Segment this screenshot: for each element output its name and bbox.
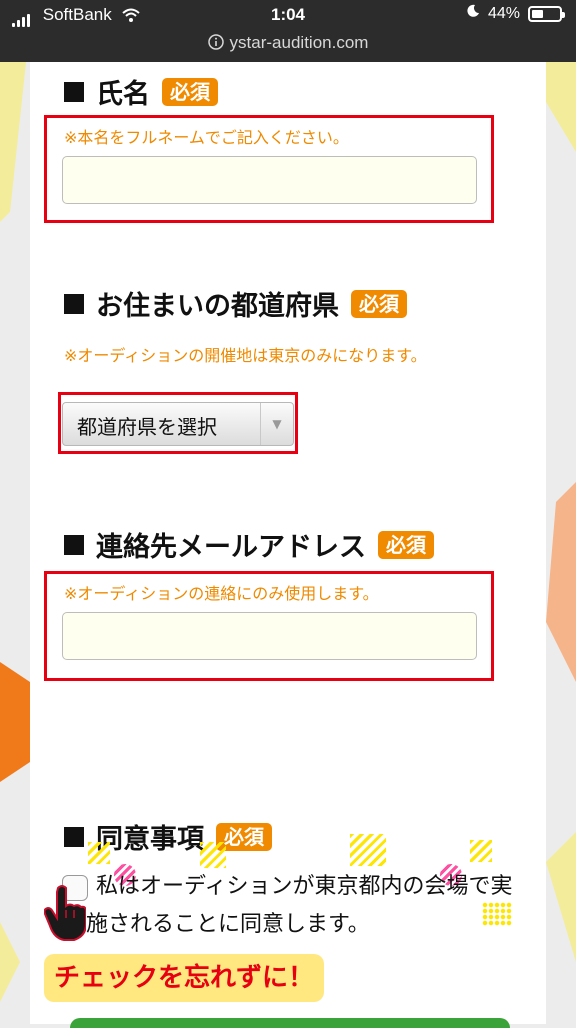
- battery-percent: 44%: [487, 4, 520, 22]
- prefecture-label: お住まいの都道府県: [96, 291, 339, 322]
- consent-text: 私はオーディションが東京都内の会場で実施されることに同意します。: [86, 874, 513, 937]
- prefecture-section-title: お住まいの都道府県 必須: [64, 284, 407, 323]
- name-label: 氏名: [96, 79, 150, 110]
- required-badge: 必須: [351, 289, 407, 318]
- address-bar[interactable]: ystar-audition.com: [0, 30, 576, 62]
- square-bullet-icon: [64, 534, 84, 555]
- moon-icon: [466, 4, 480, 23]
- required-badge: 必須: [378, 530, 434, 559]
- email-label: 連絡先メールアドレス: [96, 532, 366, 563]
- form-page: 氏名 必須 ※本名をフルネームでご記入ください。 お住まいの都道府県 必須 ※オ…: [30, 62, 546, 1028]
- decorative-stripes: [350, 834, 386, 866]
- prefecture-select-value: 都道府県を選択: [77, 415, 217, 439]
- name-note: ※本名をフルネームでご記入ください。: [64, 128, 349, 147]
- background-decoration-left: [0, 62, 30, 1024]
- prefecture-select[interactable]: 都道府県を選択 ▼: [62, 402, 294, 446]
- background-decoration-right: [546, 62, 576, 1024]
- status-bar: SoftBank 1:04 44%: [0, 0, 576, 30]
- email-note: ※オーディションの連絡にのみ使用します。: [64, 584, 379, 603]
- decorative-stripes: [470, 840, 492, 862]
- square-bullet-icon: [64, 81, 84, 102]
- pointing-hand-icon: [43, 884, 87, 946]
- square-bullet-icon: [64, 826, 84, 847]
- prefecture-note: ※オーディションの開催地は東京のみになります。: [64, 346, 427, 365]
- battery-icon: [528, 5, 565, 22]
- name-input[interactable]: [62, 156, 477, 204]
- name-section-title: 氏名 必須: [64, 72, 218, 111]
- email-section-title: 連絡先メールアドレス 必須: [64, 525, 434, 564]
- square-bullet-icon: [64, 293, 84, 314]
- info-circle-icon[interactable]: [207, 32, 224, 58]
- required-badge: 必須: [162, 77, 218, 106]
- decorative-stripes: [88, 842, 110, 864]
- email-input[interactable]: [62, 612, 477, 660]
- consent-label: 同意事項: [96, 824, 204, 855]
- submit-button-edge[interactable]: [70, 1018, 510, 1028]
- decorative-stripes: [200, 842, 226, 868]
- chevron-down-icon[interactable]: ▼: [260, 403, 293, 445]
- url-text: ystar-audition.com: [229, 33, 369, 52]
- reminder-banner: チェックを忘れずに！: [44, 954, 325, 1002]
